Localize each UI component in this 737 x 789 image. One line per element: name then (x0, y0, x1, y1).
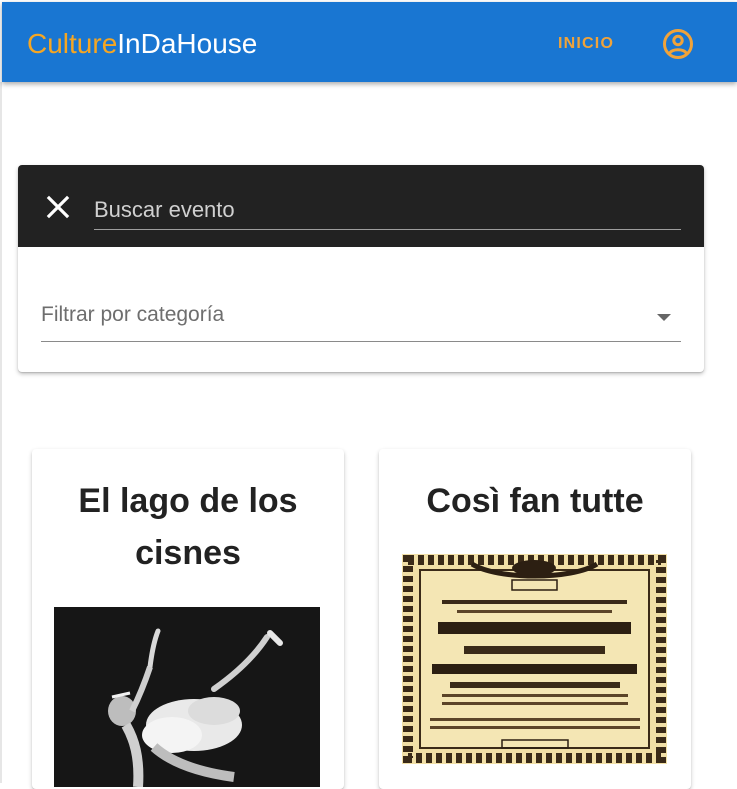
event-card[interactable]: El lago de los cisnes (32, 449, 344, 789)
search-panel: Filtrar por categoría (18, 165, 704, 372)
close-search-button[interactable] (44, 193, 72, 221)
close-icon (46, 195, 70, 219)
arrow-drop-down-icon (657, 314, 671, 321)
search-bar (18, 165, 704, 247)
category-filter-label: Filtrar por categoría (41, 303, 225, 326)
brand-accent-text: Culture (27, 28, 118, 59)
brand-logo[interactable]: CultureInDaHouse (27, 27, 257, 61)
ballet-dancer-photo (54, 607, 320, 787)
event-title: Così fan tutte (426, 482, 644, 520)
event-card[interactable]: Così fan tutte (379, 449, 691, 789)
account-button[interactable] (660, 26, 696, 62)
app-bar: CultureInDaHouse INICIO (2, 2, 737, 82)
category-filter-select[interactable]: Filtrar por categoría (41, 297, 681, 342)
page-left-edge (0, 82, 2, 783)
account-circle-icon (663, 29, 693, 59)
search-input[interactable] (94, 191, 681, 230)
nav-inicio-button[interactable]: INICIO (558, 32, 614, 56)
brand-rest-text: InDaHouse (117, 28, 258, 59)
event-title: El lago de los cisnes (78, 482, 298, 572)
vintage-opera-poster (402, 554, 667, 764)
